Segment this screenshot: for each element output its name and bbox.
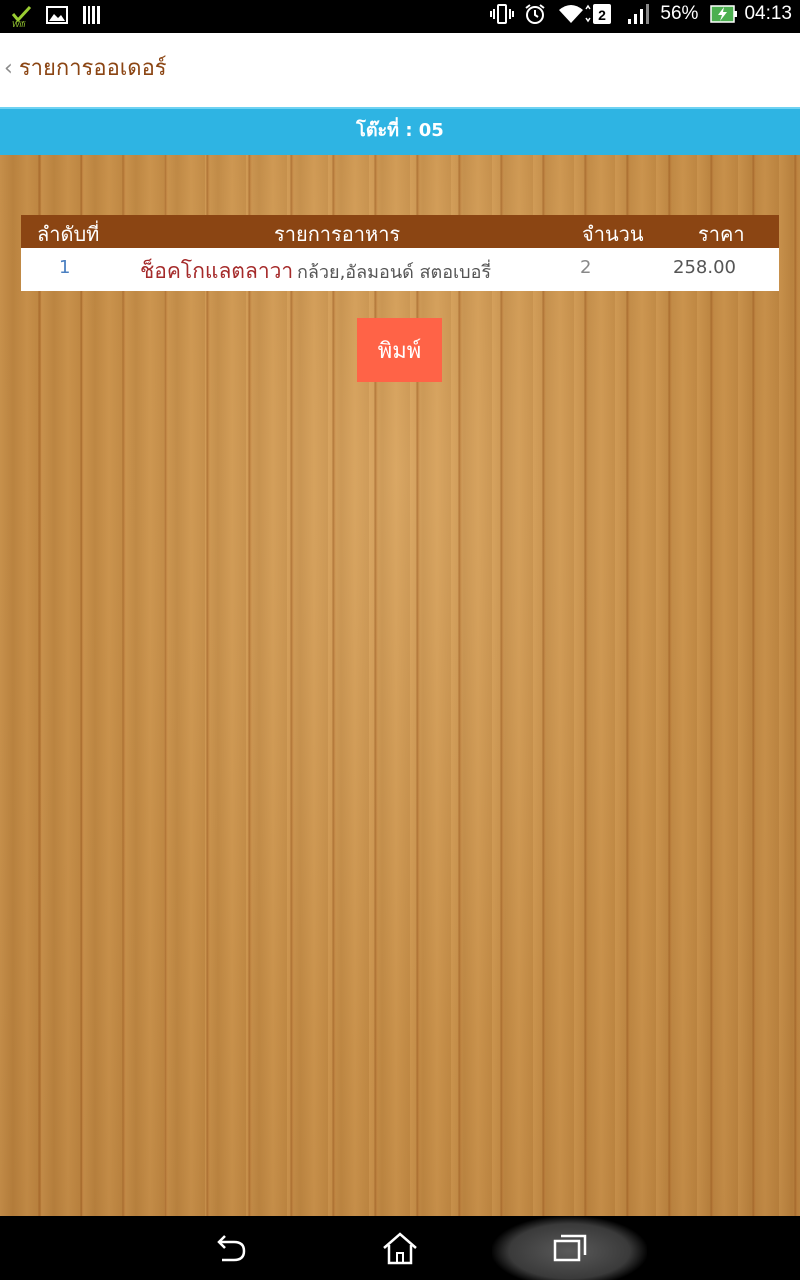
row-index: 1 <box>59 257 71 278</box>
navigation-bar <box>0 1216 800 1280</box>
sim-2-icon: 2 <box>592 3 614 25</box>
table-header: ลำดับที่ รายการอาหาร จำนวน ราคา <box>21 215 779 248</box>
column-header-price: ราคา <box>698 222 745 246</box>
alarm-icon <box>524 3 546 25</box>
column-header-qty: จำนวน <box>582 222 644 246</box>
item-options: กล้วย,อัลมอนด์ สตอเบอรี่ <box>297 262 492 283</box>
clock: 04:13 <box>744 3 792 24</box>
wifi-check-notification-icon: Wifi <box>10 4 32 29</box>
battery-charging-icon <box>710 3 738 25</box>
back-nav-icon[interactable] <box>210 1230 250 1266</box>
gallery-notification-icon <box>46 4 68 26</box>
app-bar: ‹ รายการออเดอร์ <box>0 33 800 107</box>
cell-signal-icon <box>626 3 650 25</box>
table-number-bar: โต๊ะที่ : 05 <box>0 107 800 155</box>
wood-background <box>0 155 800 1216</box>
status-bar: Wifi 2 56% 04:13 <box>0 0 800 33</box>
vibrate-icon <box>490 3 515 25</box>
column-header-item: รายการอาหาร <box>274 222 401 246</box>
svg-text:2: 2 <box>599 7 607 23</box>
home-nav-icon[interactable] <box>380 1230 420 1266</box>
item-price: 258.00 <box>673 257 736 278</box>
barcode-notification-icon <box>82 4 104 26</box>
order-table: ลำดับที่ รายการอาหาร จำนวน ราคา 1 ช็อคโก… <box>21 215 779 291</box>
page-title: รายการออเดอร์ <box>18 56 167 81</box>
back-button[interactable]: ‹ รายการออเดอร์ <box>4 55 167 83</box>
table-row[interactable]: 1 ช็อคโกแลตลาวา กล้วย,อัลมอนด์ สตอเบอรี่… <box>21 248 779 291</box>
print-button[interactable]: พิมพ์ <box>357 318 442 382</box>
recent-apps-nav-icon[interactable] <box>550 1230 590 1266</box>
chevron-left-icon: ‹ <box>4 56 13 81</box>
battery-percent: 56% <box>660 3 699 24</box>
column-header-index: ลำดับที่ <box>37 222 100 246</box>
item-quantity: 2 <box>580 257 592 278</box>
item-name: ช็อคโกแลตลาวา <box>140 259 294 283</box>
svg-text:Wifi: Wifi <box>12 20 25 28</box>
wifi-signal-icon <box>558 3 592 25</box>
table-number-label: โต๊ะที่ : 05 <box>356 120 444 141</box>
